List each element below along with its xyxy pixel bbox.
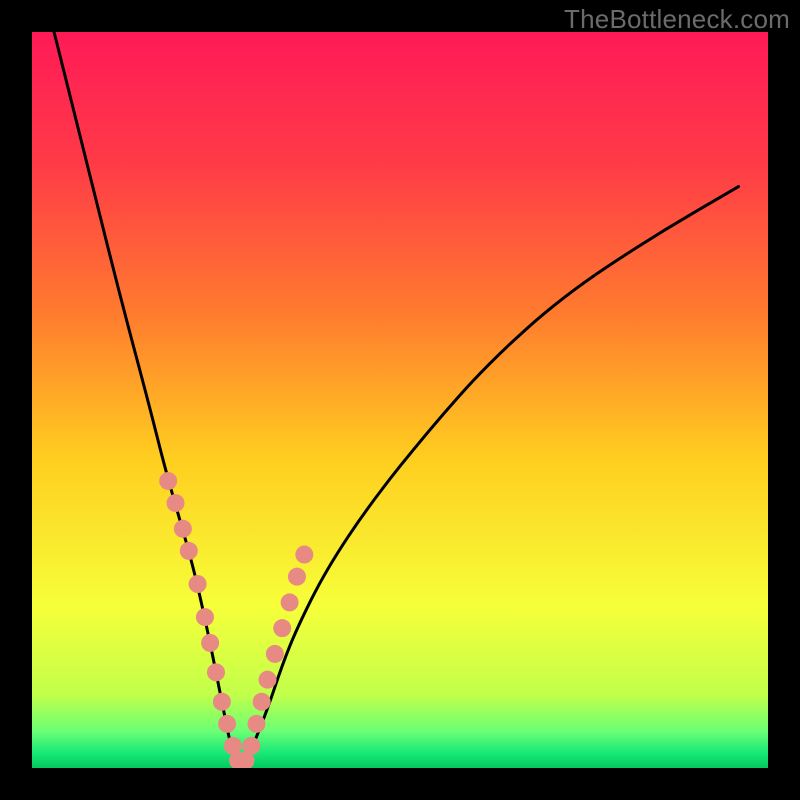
highlight-dot [288,568,306,586]
highlight-dot [242,737,260,755]
highlight-dot [253,693,271,711]
highlight-dot [266,645,284,663]
highlight-dot [295,546,313,564]
highlight-dot [218,715,236,733]
highlight-dot [273,619,291,637]
highlight-dot [213,693,231,711]
highlight-dot [174,520,192,538]
highlight-dot [207,663,225,681]
watermark-label: TheBottleneck.com [564,4,790,35]
highlight-dot [167,494,185,512]
highlight-dot [281,593,299,611]
highlight-dots [159,472,313,768]
highlight-dot [189,575,207,593]
plot-area [32,32,768,768]
highlight-dot [259,671,277,689]
highlight-dot [247,715,265,733]
highlight-dot [196,608,214,626]
curve-layer [32,32,768,768]
highlight-dot [201,634,219,652]
highlight-dot [159,472,177,490]
highlight-dot [180,542,198,560]
bottleneck-curve [54,32,738,764]
chart-frame: TheBottleneck.com [0,0,800,800]
